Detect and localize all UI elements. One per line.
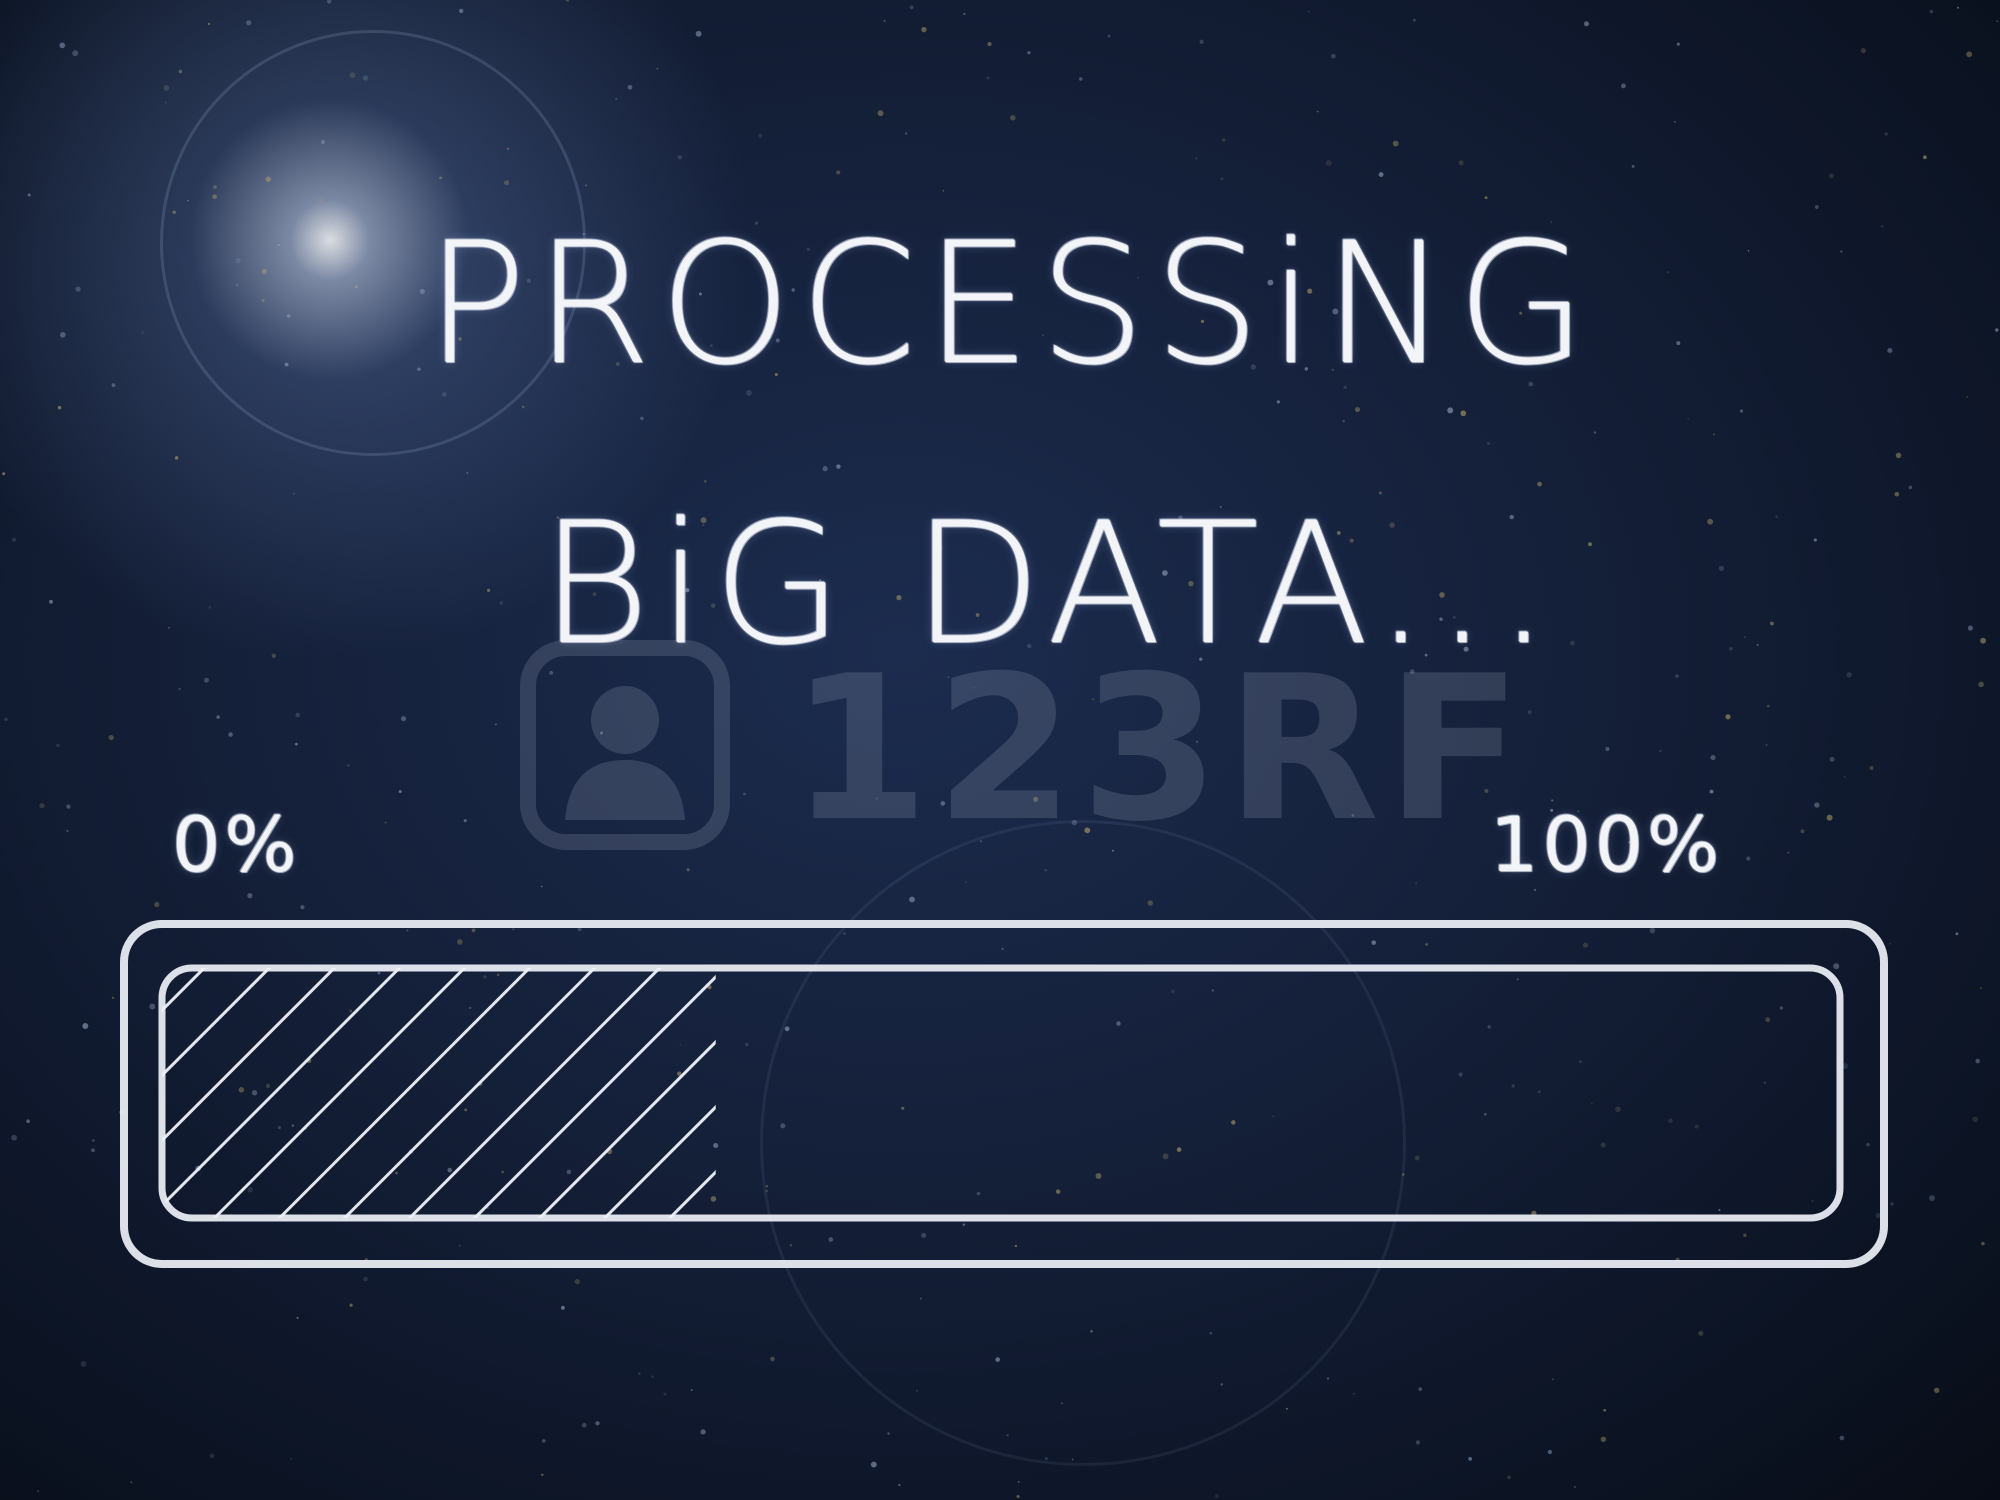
progress-bar-fill — [162, 968, 716, 1218]
title-line-1: PROCESSiNG — [425, 206, 1595, 402]
title-line-2: BiG DATA... — [540, 486, 1559, 682]
chalkboard-scene: 123RF PROCESSiNG BiG DATA... 0% 100% — [0, 0, 2000, 1500]
progress-end-label: 100% — [1490, 800, 1724, 889]
progress-start-label: 0% — [172, 800, 301, 889]
progress-bar — [120, 920, 1890, 1270]
